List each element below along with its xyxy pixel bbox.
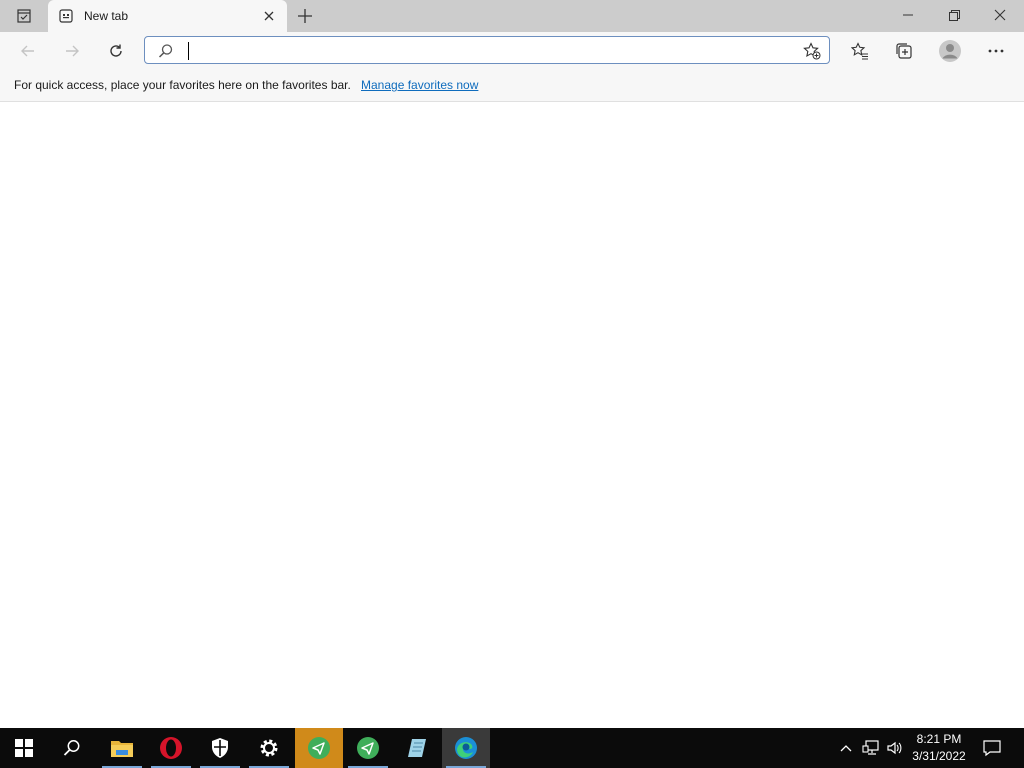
volume-icon[interactable]: [885, 728, 905, 768]
tab-new-tab[interactable]: New tab: [48, 0, 287, 32]
minimize-icon[interactable]: [885, 0, 931, 30]
search-icon[interactable]: [48, 728, 96, 768]
network-icon[interactable]: [861, 728, 881, 768]
profile-avatar-icon[interactable]: [936, 39, 964, 63]
close-window-icon[interactable]: [977, 0, 1023, 30]
tab-title: New tab: [84, 9, 129, 23]
restore-icon[interactable]: [931, 0, 977, 30]
collections-icon[interactable]: [890, 39, 918, 63]
manage-favorites-link[interactable]: Manage favorites now: [361, 78, 478, 92]
close-tab-icon[interactable]: [261, 8, 277, 24]
text-caret: [188, 42, 189, 60]
file-explorer-icon[interactable]: [98, 728, 146, 768]
forward-icon[interactable]: [58, 39, 86, 63]
security-shield-icon[interactable]: [196, 728, 244, 768]
add-to-favorites-icon[interactable]: [803, 42, 821, 60]
refresh-icon[interactable]: [102, 39, 130, 63]
settings-icon[interactable]: [245, 728, 293, 768]
favorites-bar: For quick access, place your favorites h…: [0, 70, 1024, 102]
favorites-icon[interactable]: [846, 39, 874, 63]
more-options-icon[interactable]: [982, 39, 1010, 63]
notepad-icon[interactable]: [393, 728, 441, 768]
new-tab-page-icon: [58, 8, 74, 24]
browser-toolbar: [0, 32, 1024, 70]
search-icon: [158, 43, 174, 59]
address-input[interactable]: [187, 40, 791, 62]
back-icon[interactable]: [14, 39, 42, 63]
favorites-bar-message: For quick access, place your favorites h…: [14, 78, 351, 92]
send-app-icon[interactable]: [344, 728, 392, 768]
new-tab-button[interactable]: [294, 6, 316, 26]
taskbar: 8:21 PM 3/31/2022: [0, 728, 1024, 768]
notifications-icon[interactable]: [980, 728, 1004, 768]
clock-time: 8:21 PM: [916, 732, 962, 746]
start-icon[interactable]: [0, 728, 48, 768]
edge-icon[interactable]: [442, 728, 490, 768]
clock-date: 3/31/2022: [912, 749, 966, 763]
page-content: [0, 102, 1024, 728]
send-app-icon[interactable]: [295, 728, 343, 768]
address-bar[interactable]: [144, 36, 830, 64]
show-hidden-icons-icon[interactable]: [838, 728, 854, 768]
tab-actions-icon[interactable]: [8, 4, 40, 28]
taskbar-clock[interactable]: 8:21 PM 3/31/2022: [904, 731, 974, 765]
opera-icon[interactable]: [147, 728, 195, 768]
tab-strip: New tab: [0, 0, 1024, 32]
